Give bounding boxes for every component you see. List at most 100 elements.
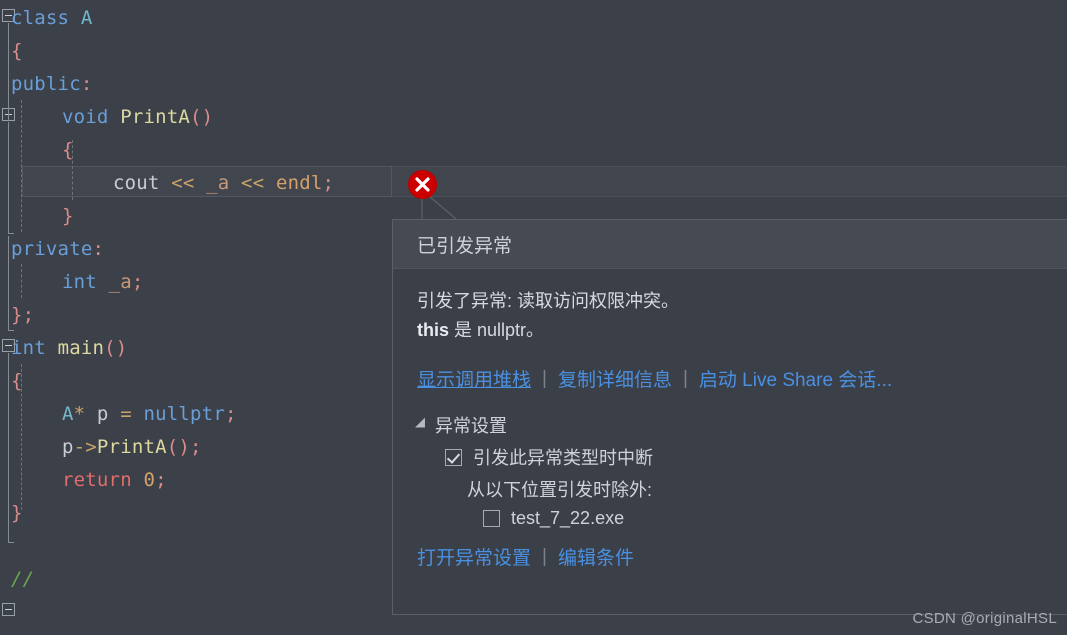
link-separator-1: | — [542, 367, 547, 389]
link-separator-2: | — [682, 367, 688, 389]
code-token: nullptr — [143, 403, 225, 425]
show-call-stack-link[interactable]: 显示调用堆栈 — [417, 365, 531, 392]
code-token: PrintA — [96, 436, 167, 458]
code-line: A* p = nullptr; — [0, 398, 237, 431]
edit-conditions-link[interactable]: 编辑条件 — [558, 543, 634, 570]
code-token: { — [11, 40, 23, 62]
watermark: CSDN @originalHSL — [912, 610, 1057, 627]
code-line: } — [0, 497, 23, 530]
code-line: public: — [0, 68, 92, 101]
exception-settings-header[interactable]: 异常设置 — [415, 412, 1067, 438]
code-token: A — [62, 403, 74, 425]
code-token: * — [73, 403, 86, 425]
break-on-throw-label: 引发此异常类型时中断 — [473, 448, 653, 468]
code-token: class — [11, 7, 70, 29]
code-line: cout << _a << endl; — [0, 167, 334, 200]
code-token: { — [62, 139, 74, 161]
popup-title-bar: 已引发异常 — [393, 220, 1067, 269]
code-token: private — [11, 238, 93, 260]
code-line: p->PrintA(); — [0, 431, 202, 464]
exception-message-line-1: 引发了异常: 读取访问权限冲突。 — [417, 291, 680, 311]
code-token: : — [80, 73, 93, 95]
code-line: { — [0, 35, 23, 68]
code-token: public — [11, 73, 81, 95]
code-token: { — [11, 370, 23, 392]
popup-body: 引发了异常: 读取访问权限冲突。 this 是 nullptr。 显示调用堆栈 … — [393, 269, 1067, 570]
code-token: ; — [155, 469, 167, 491]
code-line: void PrintA() — [0, 101, 213, 134]
break-on-throw-checkbox[interactable] — [445, 448, 462, 466]
code-token: << — [241, 172, 265, 194]
except-when-thrown-label: 从以下位置引发时除外: — [467, 480, 652, 500]
code-token: ; — [224, 403, 237, 425]
code-token: ; — [131, 271, 144, 293]
code-token: _a — [206, 172, 230, 194]
code-line: { — [0, 134, 74, 167]
copy-details-link[interactable]: 复制详细信息 — [558, 365, 672, 392]
code-token: -> — [73, 436, 97, 458]
code-line: int main() — [0, 332, 127, 365]
code-token: return — [62, 469, 132, 491]
action-links-row: 显示调用堆栈 | 复制详细信息 | 启动 Live Share 会话... — [417, 365, 1067, 392]
start-live-share-session-link[interactable]: 启动 Live Share 会话... — [699, 365, 892, 392]
popup-title-text: 已引发异常 — [417, 235, 513, 257]
code-line: int _a; — [0, 266, 143, 299]
module-exclusion-row[interactable]: test_7_22.exe — [417, 508, 1067, 529]
link-separator-3: | — [542, 545, 547, 567]
code-token: () — [166, 436, 191, 458]
code-token: 0 — [143, 469, 156, 491]
this-is-nullptr-text: 是 nullptr。 — [449, 320, 545, 340]
code-token: ; — [322, 172, 335, 194]
exception-popup[interactable]: 已引发异常 引发了异常: 读取访问权限冲突。 this 是 nullptr。 显… — [392, 219, 1067, 615]
code-line: { — [0, 365, 23, 398]
code-line: return 0; — [0, 464, 167, 497]
code-token: ; — [190, 436, 202, 458]
exception-message-line-2: this 是 nullptr。 — [417, 316, 1067, 345]
except-when-thrown-row: 从以下位置引发时除外: — [417, 476, 1067, 502]
code-token: PrintA — [120, 106, 191, 128]
code-token: () — [104, 337, 128, 359]
code-token: } — [11, 502, 23, 524]
code-token: main — [57, 337, 105, 359]
settings-links-row: 打开异常设置 | 编辑条件 — [417, 543, 1067, 570]
chevron-expanded-icon[interactable] — [415, 417, 430, 433]
code-token: : — [92, 238, 105, 260]
code-line: }; — [0, 299, 34, 332]
error-circle-x-icon[interactable] — [408, 170, 437, 199]
code-token: // — [11, 568, 35, 590]
code-line: } — [0, 200, 74, 233]
code-token: () — [190, 106, 214, 128]
code-token: << — [171, 172, 195, 194]
break-on-throw-row[interactable]: 引发此异常类型时中断 — [417, 444, 1067, 470]
fold-toggle-comment[interactable] — [2, 603, 15, 616]
code-token: int — [11, 337, 46, 359]
module-exclusion-label: test_7_22.exe — [511, 508, 625, 528]
open-exception-settings-link[interactable]: 打开异常设置 — [417, 543, 531, 570]
code-token: p — [62, 436, 74, 458]
code-line: private: — [0, 233, 104, 266]
module-exclusion-checkbox[interactable] — [483, 510, 500, 527]
code-line: // — [0, 563, 34, 596]
code-token: } — [62, 205, 74, 227]
code-token: }; — [11, 304, 35, 326]
code-token: = — [120, 403, 132, 425]
code-token: void — [62, 106, 109, 128]
code-line: class A — [0, 2, 92, 35]
code-token: endl — [275, 172, 323, 194]
code-token: p — [96, 403, 109, 425]
code-token: _a — [108, 271, 132, 293]
exception-settings-section: 异常设置 引发此异常类型时中断 从以下位置引发时除外: test_7_22.ex… — [415, 412, 1067, 570]
code-token: cout — [113, 172, 160, 194]
this-keyword: this — [417, 320, 450, 340]
